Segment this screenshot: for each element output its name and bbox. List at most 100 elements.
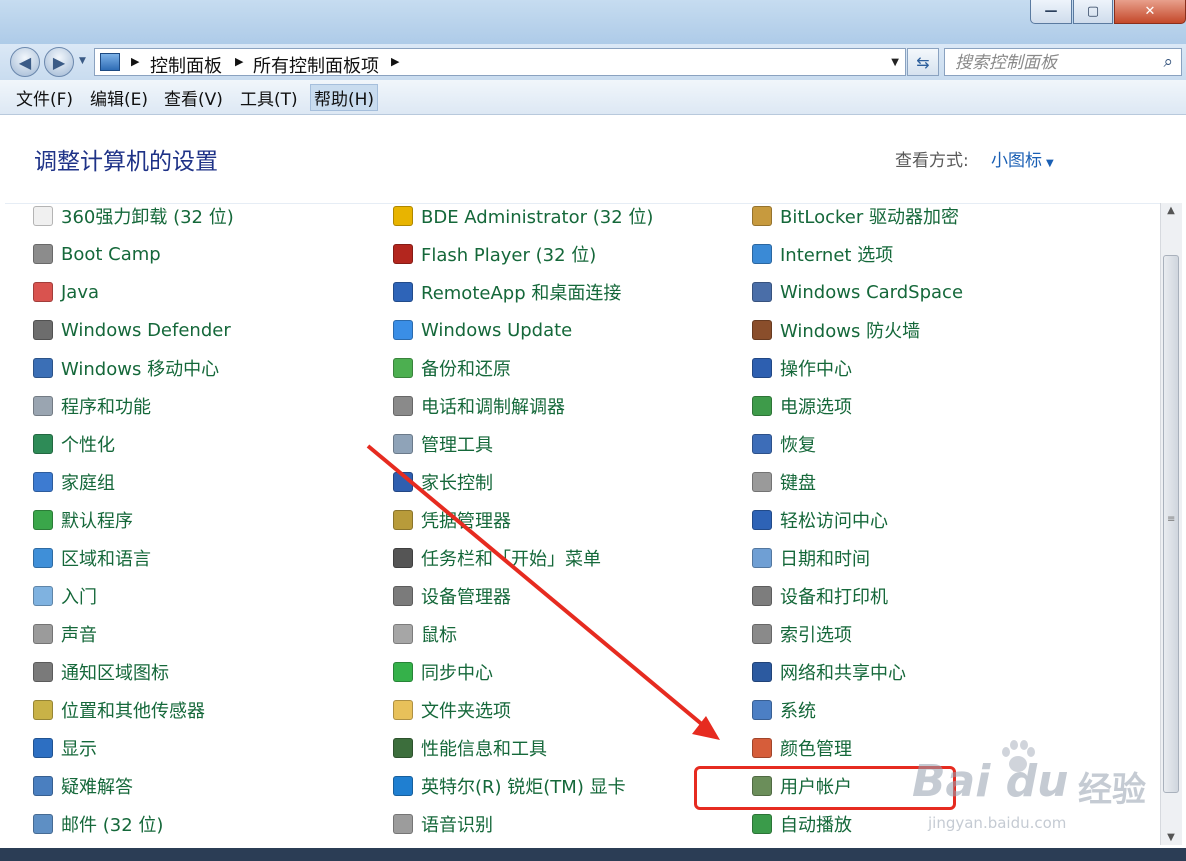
minimize-button[interactable]: — — [1030, 0, 1072, 24]
control-panel-item[interactable]: 默认程序 — [33, 503, 133, 537]
control-panel-item-label: 鼠标 — [421, 625, 457, 646]
scroll-up-button[interactable]: ▲ — [1161, 205, 1181, 216]
cardspace-icon — [752, 282, 772, 302]
control-panel-item[interactable]: 家长控制 — [393, 465, 493, 499]
menu-file[interactable]: 文件(F) — [13, 85, 76, 110]
control-panel-item[interactable]: 程序和功能 — [33, 389, 151, 423]
autoplay-icon — [752, 814, 772, 834]
control-panel-item[interactable]: 颜色管理 — [752, 731, 852, 765]
control-panel-item[interactable]: 个性化 — [33, 427, 115, 461]
address-dropdown[interactable]: ▼ — [891, 57, 899, 68]
grip-icon: ≡ — [1167, 514, 1176, 525]
control-panel-item-label: 任务栏和「开始」菜单 — [421, 549, 601, 570]
control-panel-item-label: 恢复 — [780, 435, 816, 456]
control-panel-item[interactable]: 位置和其他传感器 — [33, 693, 205, 727]
control-panel-item-label: 语音识别 — [421, 815, 493, 836]
scroll-down-button[interactable]: ▼ — [1161, 832, 1181, 843]
control-panel-item[interactable]: 键盘 — [752, 465, 816, 499]
control-panel-item[interactable]: 英特尔(R) 锐炬(TM) 显卡 — [393, 769, 626, 803]
recent-pages-dropdown[interactable]: ▼ — [79, 56, 86, 66]
control-panel-item[interactable]: 系统 — [752, 693, 816, 727]
control-panel-item[interactable]: Boot Camp — [33, 237, 161, 271]
control-panel-item[interactable]: 自动播放 — [752, 807, 852, 841]
control-panel-item-label: 设备和打印机 — [780, 587, 888, 608]
control-panel-item[interactable]: 设备和打印机 — [752, 579, 888, 613]
back-button[interactable]: ◀ — [10, 47, 40, 77]
breadcrumb-separator-icon[interactable]: ▶ — [131, 55, 139, 68]
microphone-icon — [393, 814, 413, 834]
breadcrumb-all-items[interactable]: 所有控制面板项 — [253, 52, 379, 78]
homegroup-icon — [33, 472, 53, 492]
control-panel-item[interactable]: Windows CardSpace — [752, 275, 963, 309]
control-panel-item[interactable]: Windows 防火墙 — [752, 313, 920, 347]
control-panel-item[interactable]: Flash Player (32 位) — [393, 237, 596, 271]
address-box[interactable]: ▶ 控制面板 ▶ 所有控制面板项 ▶ ▼ — [94, 48, 906, 78]
control-panel-item[interactable]: 网络和共享中心 — [752, 655, 906, 689]
control-panel-item[interactable]: 文件夹选项 — [393, 693, 511, 727]
control-panel-item[interactable]: 索引选项 — [752, 617, 852, 651]
control-panel-item[interactable]: 任务栏和「开始」菜单 — [393, 541, 601, 575]
control-panel-item[interactable]: 同步中心 — [393, 655, 493, 689]
control-panel-item[interactable]: RemoteApp 和桌面连接 — [393, 275, 621, 309]
control-panel-item[interactable]: 鼠标 — [393, 617, 457, 651]
search-icon[interactable]: ⌕ — [1163, 52, 1173, 72]
control-panel-item[interactable]: 日期和时间 — [752, 541, 870, 575]
control-panel-item[interactable]: 入门 — [33, 579, 97, 613]
view-by-label: 查看方式: — [895, 151, 969, 171]
control-panel-item[interactable]: 邮件 (32 位) — [33, 807, 163, 841]
control-panel-item[interactable]: 恢复 — [752, 427, 816, 461]
menu-help[interactable]: 帮助(H) — [310, 84, 379, 111]
breadcrumb-separator-icon[interactable]: ▶ — [391, 55, 399, 68]
folder-icon — [393, 700, 413, 720]
control-panel-item[interactable]: 性能信息和工具 — [393, 731, 547, 765]
control-panel-item[interactable]: 管理工具 — [393, 427, 493, 461]
control-panel-item[interactable]: 区域和语言 — [33, 541, 151, 575]
control-panel-item[interactable]: BDE Administrator (32 位) — [393, 199, 653, 233]
control-panel-item-label: 凭据管理器 — [421, 511, 511, 532]
menu-view[interactable]: 查看(V) — [161, 85, 226, 110]
mouse-icon — [393, 624, 413, 644]
forward-arrow-icon: ▶ — [52, 52, 66, 72]
control-panel-item[interactable]: 设备管理器 — [393, 579, 511, 613]
breadcrumb-separator-icon[interactable]: ▶ — [235, 55, 243, 68]
control-panel-item[interactable]: 操作中心 — [752, 351, 852, 385]
control-panel-item[interactable]: 疑难解答 — [33, 769, 133, 803]
maximize-button[interactable]: ▢ — [1073, 0, 1113, 24]
search-input[interactable] — [953, 51, 1157, 75]
forward-button[interactable]: ▶ — [44, 47, 74, 77]
menu-tools[interactable]: 工具(T) — [237, 85, 301, 110]
control-panel-item[interactable]: 电话和调制解调器 — [393, 389, 565, 423]
control-panel-item[interactable]: Windows Defender — [33, 313, 231, 347]
control-panel-item[interactable]: 语音识别 — [393, 807, 493, 841]
flash-icon — [393, 244, 413, 264]
control-panel-item-label: 英特尔(R) 锐炬(TM) 显卡 — [421, 777, 626, 798]
control-panel-item[interactable]: 凭据管理器 — [393, 503, 511, 537]
control-panel-item[interactable]: Internet 选项 — [752, 237, 893, 271]
control-panel-item[interactable]: 备份和还原 — [393, 351, 511, 385]
menu-edit[interactable]: 编辑(E) — [87, 85, 151, 110]
control-panel-item[interactable]: Java — [33, 275, 99, 309]
control-panel-item-label: BitLocker 驱动器加密 — [780, 207, 960, 228]
taskbar-strip — [0, 848, 1186, 861]
scrollbar-thumb[interactable]: ≡ — [1163, 255, 1179, 793]
control-panel-item[interactable]: Windows 移动中心 — [33, 351, 219, 385]
search-box[interactable]: ⌕ — [944, 48, 1182, 76]
view-by-dropdown[interactable]: 小图标 ▼ — [991, 146, 1054, 171]
control-panel-item[interactable]: 显示 — [33, 731, 97, 765]
vertical-scrollbar[interactable]: ▲ ≡ ▼ — [1160, 203, 1182, 845]
control-panel-item[interactable]: 通知区域图标 — [33, 655, 169, 689]
control-panel-item[interactable]: 电源选项 — [752, 389, 852, 423]
close-button[interactable]: ✕ — [1114, 0, 1186, 24]
control-panel-item[interactable]: 轻松访问中心 — [752, 503, 888, 537]
breadcrumb-control-panel[interactable]: 控制面板 — [150, 52, 222, 78]
control-panel-item[interactable]: 360强力卸载 (32 位) — [33, 199, 234, 233]
control-panel-item-label: 区域和语言 — [61, 549, 151, 570]
recovery-icon — [752, 434, 772, 454]
control-panel-item[interactable]: Windows Update — [393, 313, 572, 347]
credential-icon — [393, 510, 413, 530]
control-panel-item[interactable]: 家庭组 — [33, 465, 115, 499]
refresh-button[interactable]: ⇆ — [907, 48, 939, 76]
control-panel-item[interactable]: BitLocker 驱动器加密 — [752, 199, 959, 233]
view-by-value: 小图标 — [991, 151, 1042, 171]
control-panel-item[interactable]: 声音 — [33, 617, 97, 651]
